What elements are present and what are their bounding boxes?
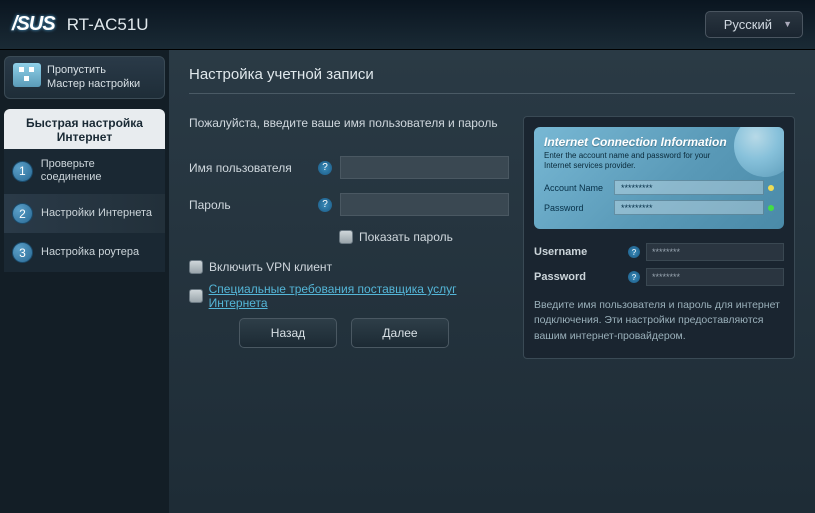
content-row: Пожалуйста, введите ваше имя пользовател…	[189, 116, 795, 359]
section-title: Настройка учетной записи	[189, 66, 795, 94]
form-column: Пожалуйста, введите ваше имя пользовател…	[189, 116, 509, 359]
mini-password-value: ********	[646, 268, 784, 286]
step-router-setup[interactable]: 3 Настройка роутера	[4, 233, 165, 272]
card-password-row: Password *********	[544, 200, 774, 215]
body: Пропустить Мастер настройки Быстрая наст…	[0, 50, 815, 513]
network-icon	[13, 63, 41, 87]
back-button[interactable]: Назад	[239, 318, 337, 348]
info-caption: Введите имя пользователя и пароль для ин…	[534, 298, 784, 344]
show-password-row: Показать пароль	[339, 230, 509, 244]
show-password-checkbox[interactable]	[339, 230, 353, 244]
help-icon[interactable]: ?	[318, 161, 332, 175]
username-input[interactable]	[340, 156, 509, 179]
status-dot-icon	[768, 205, 774, 211]
intro-text: Пожалуйста, введите ваше имя пользовател…	[189, 116, 509, 130]
username-label: Имя пользователя	[189, 161, 318, 175]
globe-icon	[734, 127, 784, 177]
mini-username-row: Username ? ********	[534, 243, 784, 261]
mini-username-value: ********	[646, 243, 784, 261]
step-check-connection[interactable]: 1 Проверьте соединение	[4, 149, 165, 195]
brand-logo: /SUS	[12, 13, 55, 36]
help-icon: ?	[628, 271, 640, 283]
skip-wizard-button[interactable]: Пропустить Мастер настройки	[4, 56, 165, 99]
step-internet-settings[interactable]: 2 Настройки Интернета	[4, 194, 165, 233]
special-req-link[interactable]: Специальные требования поставщика услуг …	[209, 282, 509, 310]
qis-heading: Быстрая настройка Интернет	[4, 109, 165, 149]
mini-password-row: Password ? ********	[534, 268, 784, 286]
special-row: Специальные требования поставщика услуг …	[189, 282, 509, 310]
button-row: Назад Далее	[239, 318, 509, 348]
show-password-label: Показать пароль	[359, 230, 453, 244]
header: /SUS RT-AC51U Русский	[0, 0, 815, 50]
main-panel: Настройка учетной записи Пожалуйста, вве…	[169, 50, 815, 513]
mini-fields: Username ? ******** Password ? ********	[534, 243, 784, 286]
model-name: RT-AC51U	[67, 15, 149, 35]
status-dot-icon	[768, 185, 774, 191]
card-account-row: Account Name *********	[544, 180, 774, 195]
skip-wizard-label: Пропустить Мастер настройки	[47, 63, 140, 92]
info-box: Internet Connection Information Enter th…	[523, 116, 795, 359]
password-field-row: Пароль ?	[189, 193, 509, 216]
language-select[interactable]: Русский	[705, 11, 803, 38]
step-number-icon: 3	[12, 242, 33, 263]
card-subtitle: Enter the account name and password for …	[544, 151, 724, 170]
info-column: Internet Connection Information Enter th…	[523, 116, 795, 359]
vpn-checkbox[interactable]	[189, 260, 203, 274]
sidebar: Пропустить Мастер настройки Быстрая наст…	[0, 50, 169, 513]
password-input[interactable]	[340, 193, 509, 216]
illustration-card: Internet Connection Information Enter th…	[534, 127, 784, 229]
step-number-icon: 1	[12, 161, 33, 182]
help-icon: ?	[628, 246, 640, 258]
vpn-row: Включить VPN клиент	[189, 260, 509, 274]
password-label: Пароль	[189, 198, 318, 212]
vpn-label: Включить VPN клиент	[209, 260, 332, 274]
username-field-row: Имя пользователя ?	[189, 156, 509, 179]
help-icon[interactable]: ?	[318, 198, 332, 212]
special-req-checkbox[interactable]	[189, 289, 203, 303]
next-button[interactable]: Далее	[351, 318, 449, 348]
step-number-icon: 2	[12, 203, 33, 224]
